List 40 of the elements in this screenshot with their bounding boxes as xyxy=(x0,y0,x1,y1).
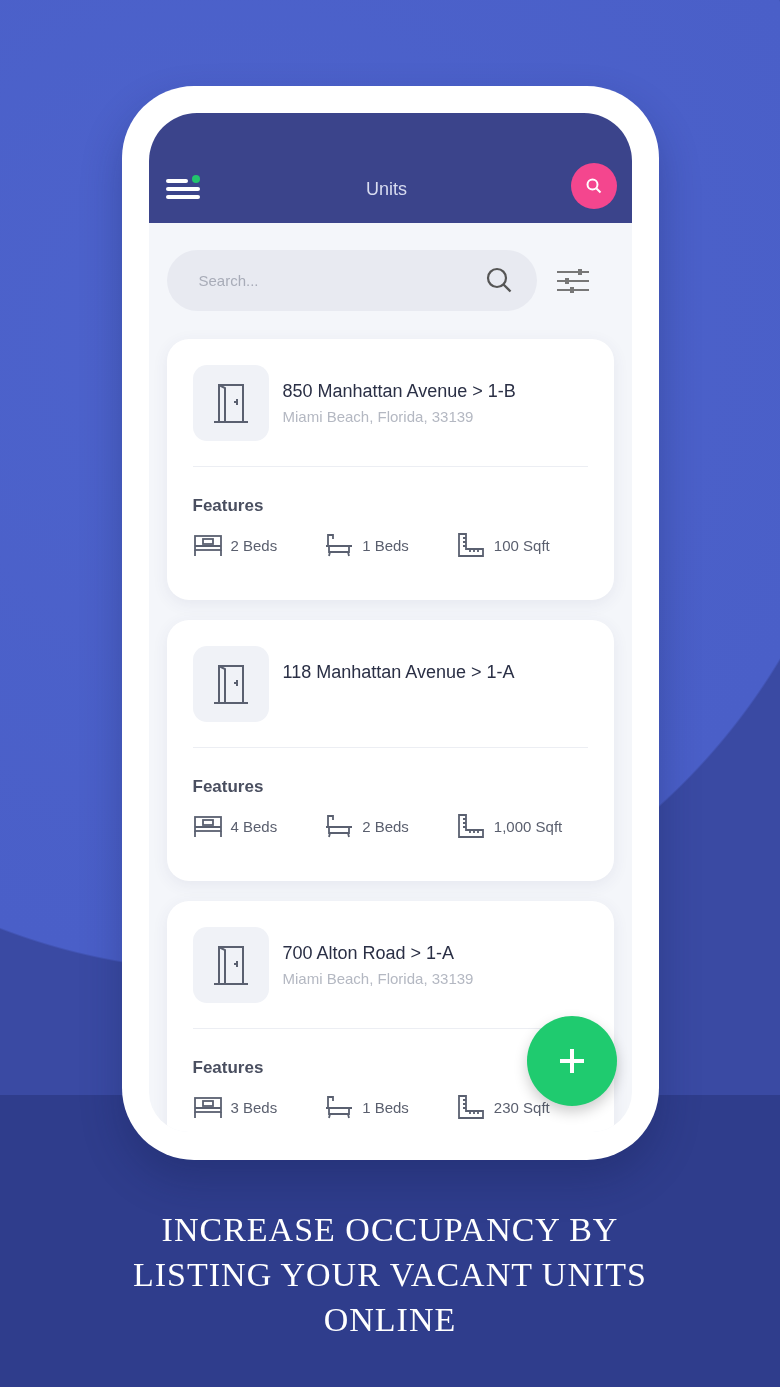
search-field[interactable]: Search... xyxy=(166,250,537,311)
unit-card[interactable]: 850 Manhattan Avenue > 1-B Miami Beach, Florida, 33139 Features 2 Beds 1 Beds 100 Sqft xyxy=(166,339,614,600)
door-icon xyxy=(211,382,250,424)
unit-title: 118 Manhattan Avenue > 1-A xyxy=(282,662,515,683)
features-heading: Features xyxy=(192,1058,264,1078)
feature-text: 3 Beds xyxy=(230,1098,278,1116)
unit-title: 850 Manhattan Avenue > 1-B xyxy=(282,381,516,402)
features-heading: Features xyxy=(192,496,264,516)
bathtub-icon xyxy=(324,1094,355,1120)
promo-caption: INCREASE OCCUPANCY BY LISTING YOUR VACANT UNITS ONLINE xyxy=(132,1210,648,1340)
feature-text: 4 Beds xyxy=(230,817,278,835)
feature-text: 1 Beds xyxy=(362,536,409,554)
bathtub-icon xyxy=(324,813,355,839)
feature-text: 2 Beds xyxy=(230,536,278,554)
door-icon xyxy=(211,944,250,986)
bed-icon xyxy=(192,813,223,839)
feature-text: 2 Beds xyxy=(362,817,409,835)
feature-text: 230 Sqft xyxy=(493,1098,550,1116)
sliders-icon xyxy=(555,267,590,294)
search-button[interactable] xyxy=(571,163,618,209)
feature-text: 1,000 Sqft xyxy=(493,817,563,835)
plus-icon xyxy=(557,1047,586,1075)
unit-title: 700 Alton Road > 1-A xyxy=(282,943,456,964)
search-icon xyxy=(484,266,513,294)
ruler-icon xyxy=(455,1094,486,1120)
feature-text: 1 Beds xyxy=(362,1098,409,1116)
features-heading: Features xyxy=(192,777,264,797)
unit-card[interactable]: 700 Alton Road > 1-A Miami Beach, Florida, 33139 Features 3 Beds 1 Beds 230 Sqft xyxy=(166,901,614,1132)
ruler-icon xyxy=(455,532,486,558)
search-icon xyxy=(585,177,604,195)
bed-icon xyxy=(192,532,223,558)
unit-card[interactable]: 118 Manhattan Avenue > 1-A Features 4 Beds 2 Beds 1,000 Sqft xyxy=(166,620,614,881)
door-icon xyxy=(211,663,250,705)
feature-text: 100 Sqft xyxy=(493,536,550,554)
unit-address: Miami Beach, Florida, 33139 xyxy=(282,970,474,987)
unit-address: Miami Beach, Florida, 33139 xyxy=(282,408,475,425)
ruler-icon xyxy=(455,813,486,839)
screen-title: Units xyxy=(366,178,407,201)
bed-icon xyxy=(192,1094,223,1120)
bathtub-icon xyxy=(324,532,355,558)
